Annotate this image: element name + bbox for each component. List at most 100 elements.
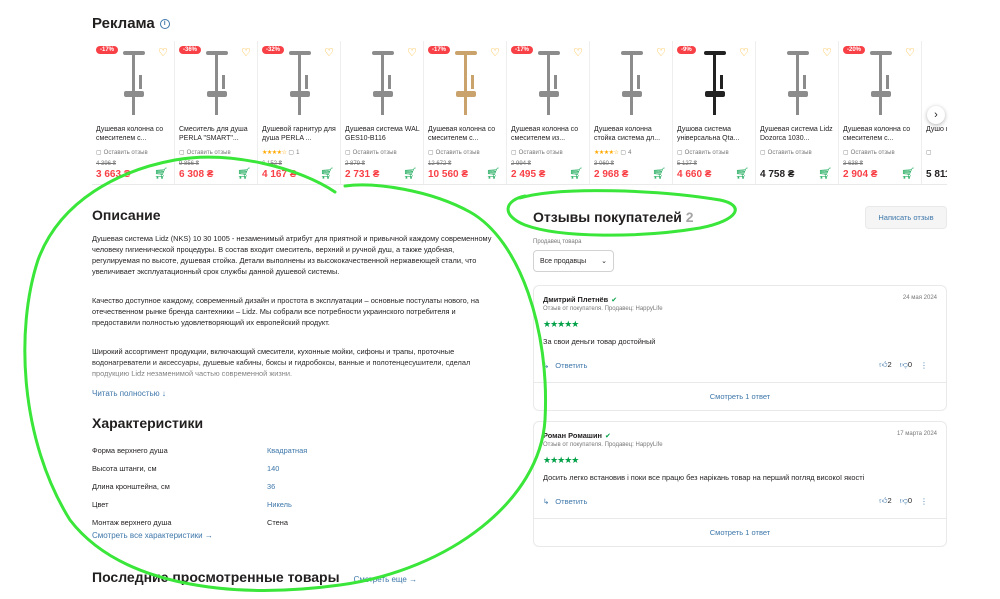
- review-link-text: Оставить отзыв: [352, 149, 397, 156]
- comment-icon: ▢: [345, 150, 351, 156]
- review-link[interactable]: ▢ Оставить отзыв: [511, 149, 563, 157]
- cart-icon[interactable]: 🛒︎: [486, 167, 500, 180]
- review-link[interactable]: ▢ Оставить отзыв: [96, 149, 148, 157]
- like-button[interactable]: 👍︎2: [879, 360, 892, 370]
- product-name[interactable]: Душова система універсальна Qta...: [677, 125, 753, 143]
- ad-card[interactable]: ♡ Душевая система WAL GES10-B116 ▢ Оставит…: [341, 41, 424, 184]
- shower-icon: [538, 51, 560, 115]
- char-label: Высота штанги, см: [92, 463, 157, 473]
- product-name[interactable]: Душевая колонна со смесителем с...: [428, 125, 504, 143]
- cart-icon[interactable]: 🛒︎: [818, 167, 832, 180]
- cart-icon[interactable]: 🛒︎: [403, 167, 417, 180]
- review-link[interactable]: ★★★★☆ ▢ 4: [594, 149, 631, 157]
- heart-icon[interactable]: ♡: [241, 46, 251, 59]
- info-icon[interactable]: i: [159, 18, 170, 29]
- ad-card[interactable]: -32% ♡ Душевой гарнитур для душа PERLA ..…: [258, 41, 341, 184]
- cart-icon[interactable]: 🛒︎: [901, 167, 915, 180]
- shower-icon: [123, 51, 145, 115]
- shower-icon: [704, 51, 726, 115]
- shower-icon: [787, 51, 809, 115]
- comment-icon: ▢: [620, 150, 627, 156]
- more-options-icon[interactable]: ⋮: [920, 497, 928, 506]
- ad-card[interactable]: -17% ♡ Душевая колонна со смесителем с...…: [92, 41, 175, 184]
- write-review-button[interactable]: Написать отзыв: [865, 206, 947, 229]
- product-name[interactable]: Душевая колонна со смесителем из...: [511, 125, 587, 143]
- ad-card[interactable]: -36% ♡ Смеситель для душа PERLA "SMART"..…: [175, 41, 258, 184]
- char-value[interactable]: Квадратная: [267, 446, 307, 455]
- heart-icon[interactable]: ♡: [905, 46, 915, 59]
- heart-icon[interactable]: ♡: [822, 46, 832, 59]
- dislike-button[interactable]: 👎︎0: [900, 496, 912, 506]
- dislike-count: 0: [907, 496, 912, 505]
- char-label: Длина кронштейна, см: [92, 481, 170, 491]
- review-link[interactable]: ▢ Оставить отзыв: [843, 149, 895, 157]
- old-price: 6 152 ₴: [262, 161, 283, 167]
- description-paragraph: Качество доступное каждому, современный …: [92, 296, 480, 327]
- cart-icon[interactable]: 🛒︎: [154, 167, 168, 180]
- ad-card[interactable]: -9% ♡ Душова система універсальна Qta... ▢…: [673, 41, 756, 184]
- reply-button[interactable]: ↳ Ответить: [543, 361, 587, 370]
- review-link[interactable]: ▢: [926, 149, 934, 156]
- cart-icon[interactable]: 🛒︎: [320, 167, 334, 180]
- all-characteristics-link[interactable]: Смотреть все характеристики →: [92, 531, 213, 540]
- see-more-link[interactable]: Смотреть еще →: [354, 575, 418, 584]
- ad-card[interactable]: -20% ♡ Душевая колонна со смесителем с...…: [839, 41, 922, 184]
- reply-button[interactable]: ↳ Ответить: [543, 497, 587, 506]
- product-name[interactable]: Душевая колонна со смесителем с...: [96, 125, 172, 143]
- heart-icon[interactable]: ♡: [490, 46, 500, 59]
- review-link-text: Оставить отзыв: [186, 149, 231, 156]
- rating-stars: ★★★★☆: [262, 150, 287, 156]
- heart-icon[interactable]: ♡: [407, 46, 417, 59]
- read-more-link[interactable]: Читать полностью ↓: [92, 389, 166, 398]
- review-seller-info: Отзыв от покупателя. Продавец: HappyLife: [543, 306, 663, 312]
- product-name[interactable]: Душевая система Lidz Dozorca 1030...: [760, 125, 836, 143]
- char-row: Монтаж верхнего душа Стена: [92, 513, 502, 531]
- review-seller-info: Отзыв от покупателя. Продавец: HappyLife: [543, 442, 663, 448]
- ad-card[interactable]: -17% ♡ Душевая колонна со смесителем с...…: [424, 41, 507, 184]
- review-link[interactable]: ▢ Оставить отзыв: [345, 149, 397, 157]
- show-replies-link[interactable]: Смотреть 1 ответ: [534, 518, 946, 546]
- price: 4 758 ₴: [760, 169, 795, 180]
- carousel-next-icon[interactable]: ›: [927, 106, 945, 124]
- cart-icon[interactable]: 🛒︎: [569, 167, 583, 180]
- heart-icon[interactable]: ♡: [656, 46, 666, 59]
- ad-card[interactable]: -17% ♡ Душевая колонна со смесителем из..…: [507, 41, 590, 184]
- price: 2 495 ₴: [511, 169, 546, 180]
- product-name[interactable]: Душевая система WAL GES10-B116: [345, 125, 421, 143]
- product-name[interactable]: Душевая колонна стойка система дл...: [594, 125, 670, 143]
- review-link[interactable]: ▢ Оставить отзыв: [428, 149, 480, 157]
- comment-icon: ▢: [288, 150, 295, 156]
- char-value[interactable]: 36: [267, 482, 275, 491]
- review-link-text: Оставить отзыв: [103, 149, 148, 156]
- more-options-icon[interactable]: ⋮: [920, 361, 928, 370]
- review-link[interactable]: ★★★★☆ ▢ 1: [262, 149, 299, 157]
- ad-card[interactable]: ♡ Душевая колонна стойка система дл... ★★…: [590, 41, 673, 184]
- heart-icon[interactable]: ♡: [739, 46, 749, 59]
- dislike-button[interactable]: 👎︎0: [900, 360, 912, 370]
- seller-filter-select[interactable]: Все продавцы ⌄: [533, 250, 614, 272]
- characteristics-title: Характеристики: [92, 415, 204, 431]
- show-replies-link[interactable]: Смотреть 1 ответ: [534, 382, 946, 410]
- product-name[interactable]: Душо вилив...: [926, 125, 947, 143]
- review-link[interactable]: ▢ Оставить отзыв: [677, 149, 729, 157]
- char-value[interactable]: Никель: [267, 500, 292, 509]
- ad-card[interactable]: ♡ Душевая система Lidz Dozorca 1030... ▢ О…: [756, 41, 839, 184]
- heart-icon[interactable]: ♡: [573, 46, 583, 59]
- product-name[interactable]: Смеситель для душа PERLA "SMART"...: [179, 125, 255, 143]
- price: 3 663 ₴: [96, 169, 131, 180]
- like-button[interactable]: 👍︎2: [879, 496, 892, 506]
- characteristics-table: Форма верхнего душа Квадратная Высота шт…: [92, 441, 502, 531]
- cart-icon[interactable]: 🛒︎: [652, 167, 666, 180]
- product-name[interactable]: Душевой гарнитур для душа PERLA ...: [262, 125, 338, 143]
- cart-icon[interactable]: 🛒︎: [735, 167, 749, 180]
- heart-icon[interactable]: ♡: [158, 46, 168, 59]
- heart-icon[interactable]: ♡: [324, 46, 334, 59]
- product-name[interactable]: Душевая колонна со смесителем с...: [843, 125, 919, 143]
- char-value[interactable]: 140: [267, 464, 279, 473]
- cart-icon[interactable]: 🛒︎: [237, 167, 251, 180]
- review-link[interactable]: ▢ Оставить отзыв: [179, 149, 231, 157]
- review-link-text: Оставить отзыв: [684, 149, 729, 156]
- discount-badge: -32%: [262, 46, 285, 54]
- review-link[interactable]: ▢ Оставить отзыв: [760, 149, 812, 157]
- price: 4 660 ₴: [677, 169, 712, 180]
